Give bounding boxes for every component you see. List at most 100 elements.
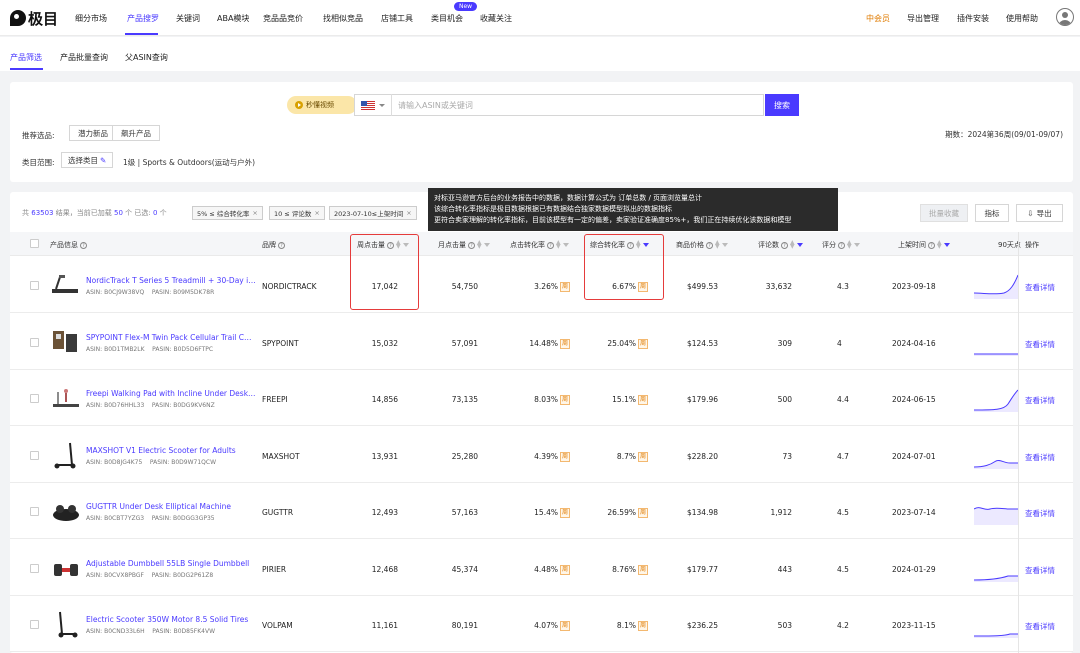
view-details-link[interactable]: 查看详情: [1025, 565, 1055, 576]
help-icon[interactable]: ?: [547, 241, 554, 249]
select-category-button[interactable]: 选择类目 ✎: [61, 152, 114, 168]
close-icon[interactable]: ×: [406, 209, 411, 217]
search-input[interactable]: [398, 100, 728, 110]
metrics-button[interactable]: 指标: [975, 204, 1009, 222]
product-title-link[interactable]: Freepi Walking Pad with Incline Under De…: [86, 389, 256, 398]
week-clicks-cell: 12,468: [371, 564, 398, 574]
view-details-link[interactable]: 查看详情: [1025, 621, 1055, 632]
nav-item-store-tools[interactable]: 店铺工具: [381, 13, 413, 24]
product-title-link[interactable]: MAXSHOT V1 Electric Scooter for Adults: [86, 446, 256, 455]
row-checkbox[interactable]: [30, 450, 39, 460]
header-product-info: 产品信息?: [50, 240, 87, 250]
product-title-link[interactable]: GUGTTR Under Desk Elliptical Machine: [86, 502, 256, 511]
logo[interactable]: 极目: [10, 8, 60, 30]
view-details-link[interactable]: 查看详情: [1025, 508, 1055, 519]
product-thumbnail[interactable]: [50, 552, 82, 584]
row-checkbox[interactable]: [30, 394, 39, 403]
nav-item-keywords[interactable]: 关键词: [176, 13, 200, 24]
filter-tag-reviews[interactable]: 10 ≤ 评论数 ×: [269, 206, 325, 220]
help-icon[interactable]: ?: [838, 241, 845, 249]
row-checkbox[interactable]: [30, 620, 39, 629]
reviews-cell: 73: [782, 451, 792, 461]
filter-icon[interactable]: [483, 243, 490, 247]
us-flag-icon[interactable]: [361, 100, 375, 110]
batch-favorite-button[interactable]: 批量收藏: [920, 204, 968, 222]
recommend-potential-new[interactable]: 潜力新品: [69, 125, 117, 141]
sort-icon[interactable]: ▲ ▼: [937, 240, 942, 250]
filter-active-icon[interactable]: [796, 243, 803, 247]
close-icon[interactable]: ×: [314, 209, 319, 217]
export-management-link[interactable]: 导出管理: [907, 13, 939, 24]
view-details-link[interactable]: 查看详情: [1025, 282, 1055, 293]
nav-item-product-search[interactable]: 产品搜罗: [127, 13, 159, 24]
sort-icon[interactable]: ▲ ▼: [847, 240, 852, 250]
recommend-soaring[interactable]: 飙升产品: [112, 125, 160, 141]
product-title-link[interactable]: Electric Scooter 350W Motor 8.5 Solid Ti…: [86, 615, 256, 624]
nav-item-aba[interactable]: ABA模块: [217, 13, 249, 24]
product-thumbnail[interactable]: [50, 382, 82, 414]
nav-item-favorites[interactable]: 收藏关注: [480, 13, 512, 24]
filter-tag-date[interactable]: 2023-07-10≤上架时间 ×: [329, 206, 417, 220]
help-icon[interactable]: ?: [928, 241, 935, 249]
help-icon[interactable]: ?: [468, 241, 475, 249]
export-button[interactable]: ⇩ 导出: [1016, 204, 1063, 222]
nav-item-market[interactable]: 细分市场: [75, 13, 107, 24]
sort-icon[interactable]: ▲ ▼: [790, 240, 795, 250]
select-all-checkbox[interactable]: [30, 239, 39, 248]
table-row: Electric Scooter 350W Motor 8.5 Solid Ti…: [10, 596, 1073, 652]
search-button[interactable]: 搜索: [765, 94, 799, 116]
product-title-link[interactable]: Adjustable Dumbbell 55LB Single Dumbbell: [86, 559, 256, 568]
header-reviews[interactable]: 评论数? ▲ ▼: [758, 240, 803, 250]
sort-icon[interactable]: ▲ ▼: [715, 240, 720, 250]
product-thumbnail[interactable]: [50, 269, 82, 301]
help-icon[interactable]: ?: [706, 241, 713, 249]
help-link[interactable]: 使用帮助: [1006, 13, 1038, 24]
chevron-down-icon[interactable]: [379, 103, 385, 107]
product-thumbnail[interactable]: [50, 326, 82, 358]
plugin-install-link[interactable]: 插件安装: [957, 13, 989, 24]
table-row: GUGTTR Under Desk Elliptical Machine ASIN…: [10, 483, 1073, 539]
help-icon[interactable]: ?: [781, 241, 788, 249]
help-icon[interactable]: ?: [278, 241, 285, 249]
video-guide-button[interactable]: 秒懂视频: [287, 96, 357, 114]
filter-icon[interactable]: [562, 243, 569, 247]
header-price[interactable]: 商品价格? ▲ ▼: [676, 240, 728, 250]
close-icon[interactable]: ×: [252, 209, 257, 217]
row-checkbox[interactable]: [30, 563, 39, 573]
product-thumbnail[interactable]: [50, 439, 82, 471]
row-checkbox[interactable]: [30, 281, 39, 290]
product-title-link[interactable]: SPYPOINT Flex-M Twin Pack Cellular Trail…: [86, 333, 256, 342]
view-details-link[interactable]: 查看详情: [1025, 395, 1055, 406]
price-cell: $236.25: [686, 621, 718, 630]
price-cell: $228.20: [686, 451, 718, 461]
header-month-clicks[interactable]: 月点击量? ▲ ▼: [438, 240, 490, 250]
tab-parent-asin[interactable]: 父ASIN查询: [125, 52, 168, 63]
header-listing-date[interactable]: 上架时间? ▲ ▼: [898, 240, 950, 250]
header-rating[interactable]: 评分? ▲ ▼: [822, 240, 860, 250]
nav-item-similar[interactable]: 找相似竞品: [323, 13, 363, 24]
filter-tag-cvr[interactable]: 5% ≤ 综合转化率 ×: [192, 206, 263, 220]
user-avatar-icon[interactable]: [1056, 8, 1074, 26]
row-checkbox[interactable]: [30, 507, 39, 516]
nav-item-competitor-bidding[interactable]: 竞品品竞价: [263, 13, 303, 24]
nav-item-category-opportunity[interactable]: 类目机会: [431, 13, 463, 24]
tab-batch-query[interactable]: 产品批量查询: [60, 52, 108, 63]
help-icon[interactable]: ?: [80, 241, 87, 249]
row-checkbox[interactable]: [30, 337, 39, 347]
product-thumbnail[interactable]: [50, 495, 82, 527]
sort-icon[interactable]: ▲ ▼: [477, 240, 482, 250]
cvr-cell: 15.1% 周: [612, 395, 648, 405]
filter-icon[interactable]: [853, 243, 860, 247]
sort-icon[interactable]: ▲ ▼: [556, 240, 561, 250]
tab-product-filter[interactable]: 产品筛选: [10, 52, 42, 63]
trend-sparkline: [974, 575, 1018, 582]
view-details-link[interactable]: 查看详情: [1025, 452, 1055, 463]
product-thumbnail[interactable]: [50, 608, 82, 640]
filter-active-icon[interactable]: [943, 243, 950, 247]
product-title-link[interactable]: NordicTrack T Series 5 Treadmill + 30-Da…: [86, 276, 256, 285]
header-ctr[interactable]: 点击转化率? ▲ ▼: [510, 240, 569, 250]
table-row: Freepi Walking Pad with Incline Under De…: [10, 370, 1073, 426]
filter-icon[interactable]: [721, 243, 728, 247]
vip-link[interactable]: 中会员: [866, 13, 890, 24]
view-details-link[interactable]: 查看详情: [1025, 339, 1055, 350]
